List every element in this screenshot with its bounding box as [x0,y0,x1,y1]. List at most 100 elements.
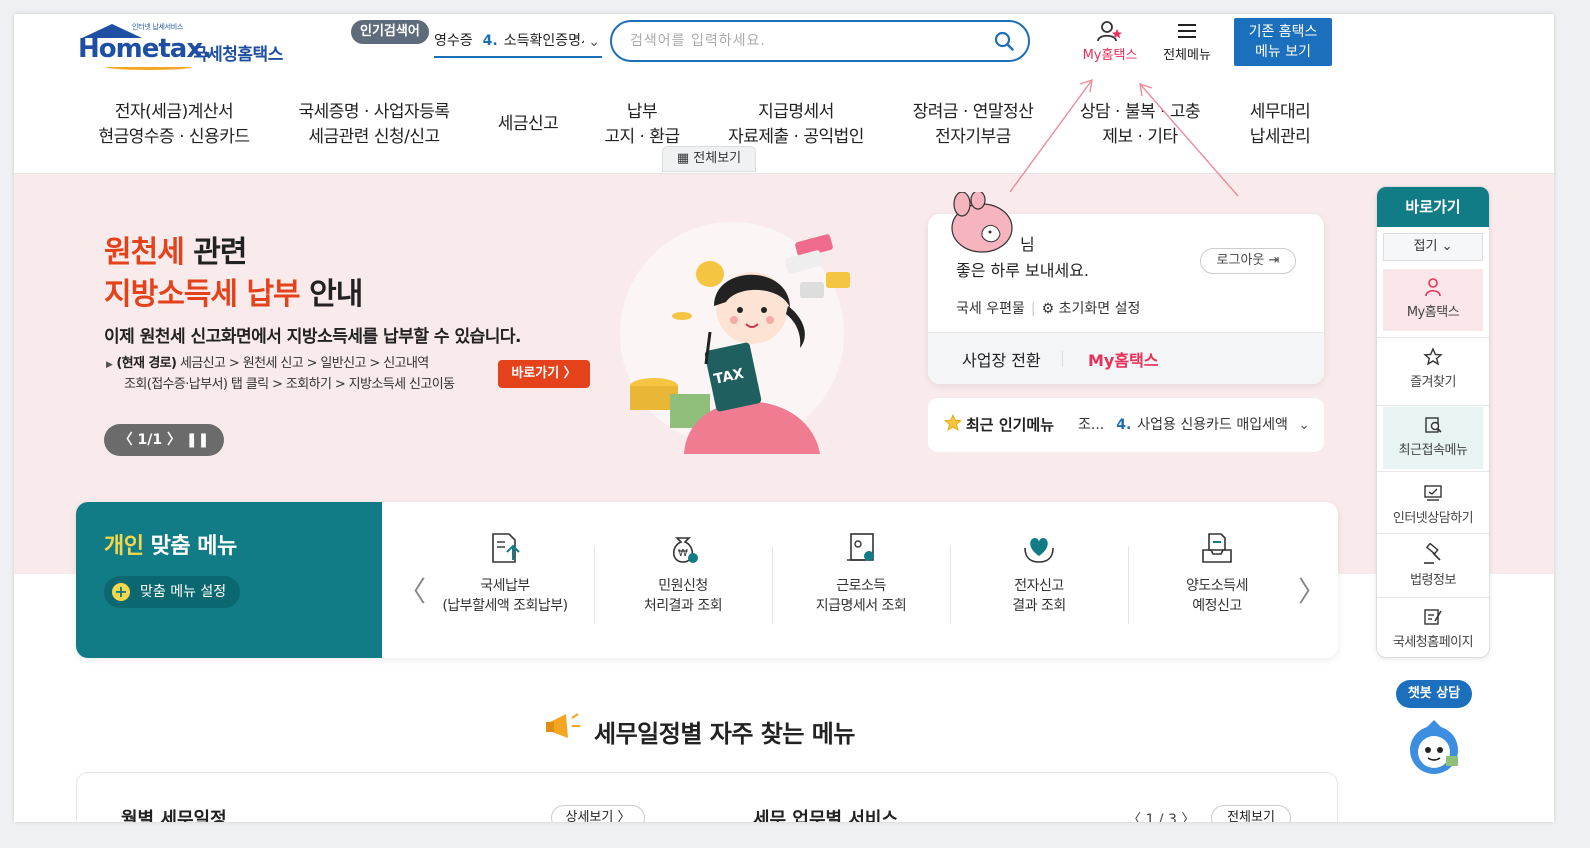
inbox-document-icon [1202,533,1232,563]
quick-item-online-consult[interactable]: 인터넷상담하기 [1383,475,1483,537]
quick-item-recent-menu[interactable]: 최근접속메뉴 [1383,407,1483,469]
custom-item-e-filing[interactable]: 전자신고 결과 조회 [950,530,1128,616]
divider [1377,597,1489,598]
custom-item-tax-payment[interactable]: 국세납부 (납부할세액 조회납부) [416,530,594,616]
logo-swoosh-icon [106,64,192,70]
popular-menu-label: 최근 인기메뉴 [966,416,1055,434]
chevron-down-icon[interactable]: ⌄ [584,29,600,55]
quick-title: 바로가기 [1377,187,1489,227]
quick-item-law-info[interactable]: 법령정보 [1383,535,1483,597]
custom-menu-panel: 개인 맞춤 메뉴 + 맞춤 메뉴 설정 〈 〉 국세납부 (납부할세액 조회납부) … [76,502,1338,658]
monitor-check-icon [1424,485,1442,501]
login-greeting: 님 좋은 하루 보내세요. [956,232,1089,284]
search-icon[interactable] [994,31,1014,51]
gnb-item-consult[interactable]: 상담 · 불복 · 고충 제보 · 기타 [1070,100,1210,150]
hero-go-button[interactable]: 바로가기 〉 [498,360,590,388]
gnb-item-year-end[interactable]: 장려금 · 연말정산 전자기부금 [900,100,1046,150]
popular-menu-value: 조... 4. 사업용 신용카드 매입세액 [1078,398,1296,452]
chevron-down-icon[interactable]: ⌄ [1298,398,1310,452]
chatbot-button[interactable]: 챗봇 상담 [1396,680,1472,708]
gear-icon: ⚙ [1041,301,1055,317]
logout-button[interactable]: 로그아웃 ⇥ [1200,248,1296,274]
custom-menu-setting-label: 맞춤 메뉴 설정 [140,584,227,600]
gnb-item-payment-statement[interactable]: 지급명세서 자료제출 · 공익법인 [720,100,872,150]
all-menu-button[interactable]: 전체메뉴 [1154,20,1220,63]
my-hometax-button[interactable]: My홈택스 [1088,347,1159,371]
search-input[interactable] [630,30,970,52]
mailbox-link[interactable]: 국세 우편물 [956,301,1025,317]
gnb-item-e-invoice[interactable]: 전자(세금)계산서현금영수증 · 신용카드 [86,100,262,150]
service-title: 세무 업무별 서비스 [753,809,899,822]
custom-title-yellow: 개인 [104,534,144,559]
custom-menu-setting-button[interactable]: + 맞춤 메뉴 설정 [104,576,241,608]
heart-hands-icon [1024,538,1054,563]
popular-search-roller[interactable]: 영수증 4. 소득확인증명서 ⌄ [434,28,602,58]
gnb-item-agent[interactable]: 세무대리 납세관리 [1232,100,1328,150]
banner-pager[interactable]: 〈 1/1 〉 ❚❚ [104,424,224,456]
initial-setting-link[interactable]: 초기화면 설정 [1059,301,1141,317]
user-star-icon [1097,21,1122,42]
custom-item-civil-request[interactable]: ₩ 민원신청처리결과 조회 [594,530,772,616]
hometax-logo[interactable]: 인터넷 납세서비스 Hometax. 국세청홈택스 [76,20,291,76]
popular-roll-num: 4. [482,33,498,49]
quick-item-nts-homepage[interactable]: 국세청홈페이지 [1383,599,1483,657]
logo-tagline: 인터넷 납세서비스 [132,23,184,31]
popular-roll-text: 소득확인증명서 [503,33,594,49]
quick-item-label: 인터넷상담하기 [1392,511,1474,526]
quick-item-favorites[interactable]: 즐겨찾기 [1383,339,1483,401]
document-upload-icon [492,533,520,563]
hero-path: ▶ (현재 경로) 세금신고 > 원천세 신고 > 일반신고 > 신고내역 조회(… [106,354,455,394]
custom-item-line2: 예정신고 [1192,598,1242,614]
monthly-schedule-title: 월별 세무일정 [121,809,227,822]
gnb-line1: 지급명세서 [758,102,834,122]
hometax-main-page: 인터넷 납세서비스 Hometax. 국세청홈택스 인기검색어 영수증 4. 소득확… [14,14,1554,822]
custom-item-line2: 처리결과 조회 [643,598,723,614]
divider [1377,337,1489,338]
quick-item-my-hometax[interactable]: My홈택스 [1383,269,1483,331]
custom-item-line2: 지급명세서 조회 [815,598,907,614]
logo-korean: 국세청홈택스 [192,45,283,65]
user-icon [1425,278,1441,297]
triangle-bullet-icon: ▶ [106,360,113,370]
gnb-line1: 전자(세금)계산서 [114,102,234,122]
login-card: 님 좋은 하루 보내세요. 로그아웃 ⇥ 국세 우편물 | ⚙ 초기화면 설정 사업… [928,192,1324,384]
service-pager[interactable]: 〈 1 / 3 〉 [1127,809,1195,822]
gnb-line2: 세금관련 신청/신고 [308,127,440,147]
badge-document-icon [847,533,874,561]
gnb-item-tax-filing[interactable]: 세금신고 [478,112,578,137]
old-menu-line1: 기존 홈택스 [1248,24,1318,40]
gavel-icon [1424,543,1441,564]
hero-path-line2: 조회(접수증·납부서) 탭 클릭 > 조회하기 > 지방소득세 신고이동 [124,377,455,392]
custom-item-line1: 민원신청 [658,578,708,594]
star-icon [944,414,962,431]
my-hometax-link[interactable]: My홈택스 [1074,20,1146,63]
gnb-item-payment[interactable]: 납부 고지 · 환급 [592,100,692,150]
megaphone-icon [546,713,580,738]
quick-item-label: 국세청홈페이지 [1392,635,1474,650]
custom-item-line2: (납부할세액 조회납부) [442,598,568,614]
switch-business-button[interactable]: 사업장 전환 [962,347,1041,371]
money-bag-icon: ₩ [672,537,698,563]
hero-subtitle: 이제 원천세 신고화면에서 지방소득세를 납부할 수 있습니다. [104,327,521,347]
divider [1377,405,1489,406]
quick-fold-button[interactable]: 접기 ⌄ [1383,233,1483,261]
custom-item-transfer-income[interactable]: 양도소득세 예정신고 [1128,530,1306,616]
hero-path-label: (현재 경로) [116,356,177,371]
all-menu-label: 전체메뉴 [1163,48,1211,63]
gnb-item-certificate[interactable]: 국세증명 · 사업자등록 세금관련 신청/신고 [286,100,462,150]
view-all-label: 전체보기 [693,151,742,166]
chatbot-mascot-icon[interactable] [1404,718,1464,776]
gnb-line2: 현금영수증 · 신용카드 [98,127,250,147]
custom-view-all-button[interactable]: ▦ 전체보기 [662,146,756,172]
hero-title: 원천세 관련 지방소득세 납부 안내 [104,232,363,316]
custom-item-earned-income[interactable]: 근로소득 지급명세서 조회 [772,530,950,616]
greeting-line2: 좋은 하루 보내세요. [956,261,1090,280]
old-hometax-menu-button[interactable]: 기존 홈택스 메뉴 보기 [1234,18,1332,66]
recent-search-icon [1425,417,1442,433]
service-view-all-button[interactable]: 전체보기 [1211,805,1291,822]
gnb-line2: 전자기부금 [935,127,1011,147]
schedule-more-button[interactable]: 상세보기 〉 [551,805,645,822]
divider [1062,351,1063,367]
popular-menu-bar[interactable]: 최근 인기메뉴 조... 4. 사업용 신용카드 매입세액 ⌄ [928,398,1324,452]
my-hometax-label: My홈택스 [1082,48,1138,63]
